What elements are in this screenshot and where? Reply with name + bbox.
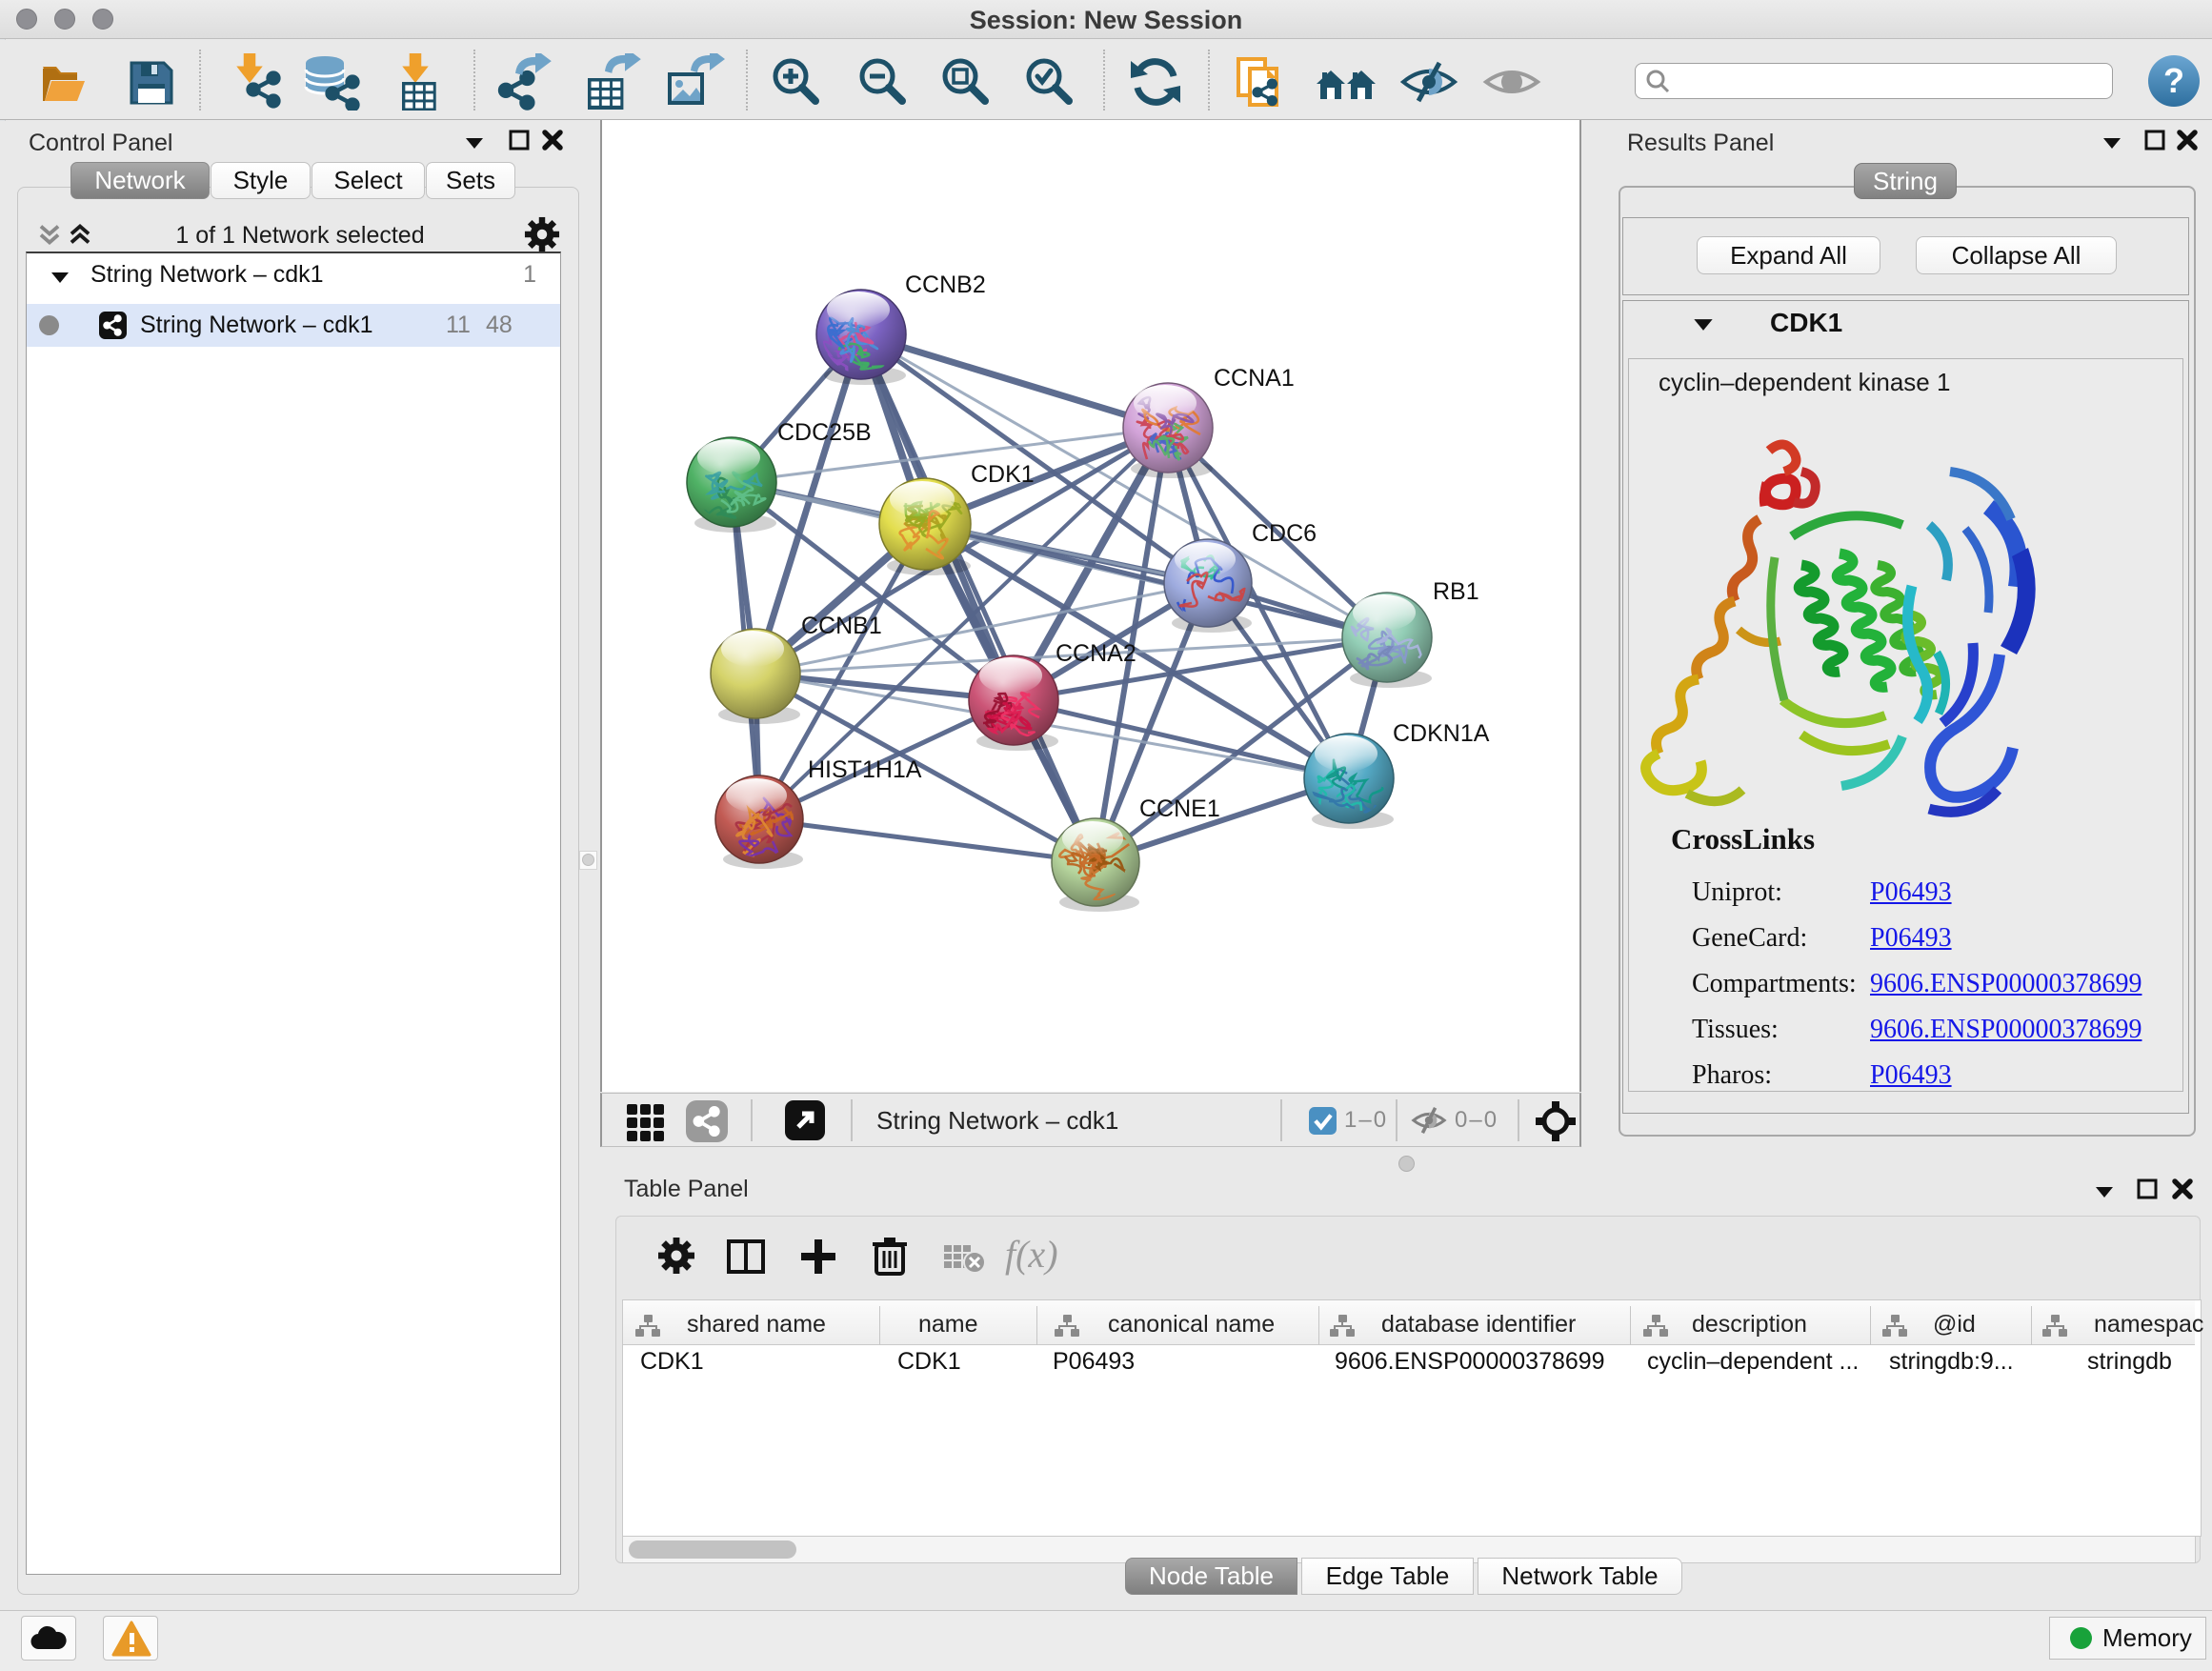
- svg-text:CDC25B: CDC25B: [777, 419, 872, 446]
- svg-text:CDC6: CDC6: [1252, 520, 1317, 547]
- svg-text:CCNB1: CCNB1: [801, 613, 882, 639]
- svg-text:CDK1: CDK1: [971, 461, 1035, 488]
- svg-text:CCNA1: CCNA1: [1214, 365, 1295, 392]
- svg-text:CCNB2: CCNB2: [905, 272, 986, 298]
- svg-text:CCNE1: CCNE1: [1139, 795, 1220, 822]
- svg-text:HIST1H1A: HIST1H1A: [808, 756, 922, 783]
- svg-text:CCNA2: CCNA2: [1056, 640, 1136, 667]
- svg-text:RB1: RB1: [1433, 578, 1479, 605]
- svg-text:?: ?: [2163, 61, 2184, 100]
- svg-text:CDKN1A: CDKN1A: [1393, 720, 1490, 747]
